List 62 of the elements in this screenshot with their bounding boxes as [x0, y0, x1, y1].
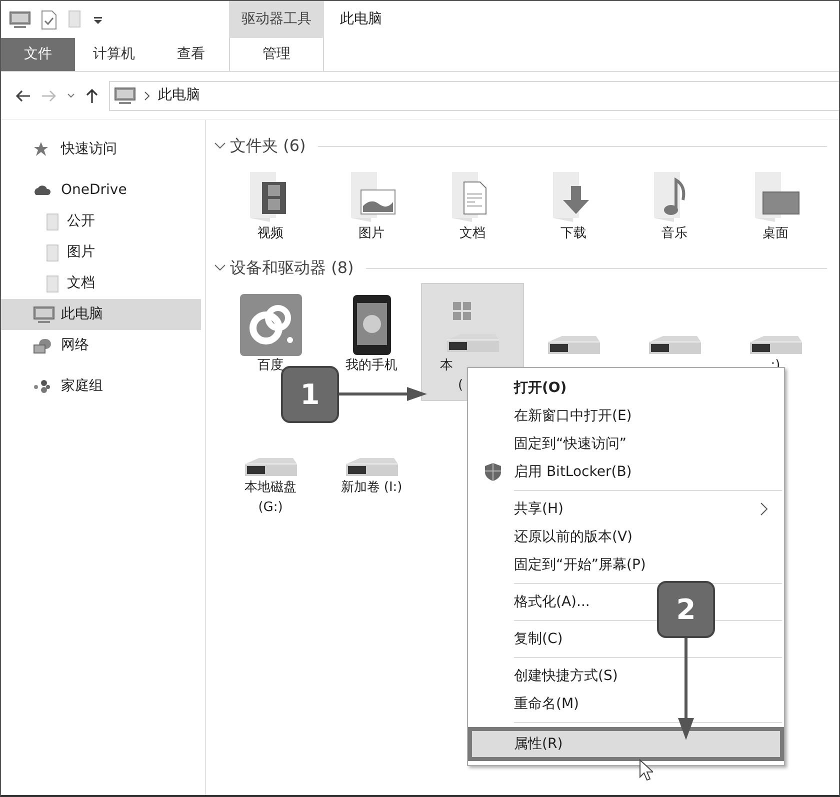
- sidebar-item[interactable]: 公开: [1, 206, 205, 237]
- item-label: (: [458, 377, 464, 395]
- ribbon-tab[interactable]: 查看: [153, 38, 229, 71]
- menu-item[interactable]: 复制(C): [514, 628, 563, 650]
- address-field[interactable]: 此电脑: [109, 80, 839, 110]
- collapse-chevron-icon[interactable]: [214, 264, 226, 272]
- folder-icon: [45, 244, 61, 262]
- item-label: 图片: [358, 225, 384, 243]
- menu-item[interactable]: 固定到“开始”屏幕(P): [514, 554, 646, 576]
- menu-item[interactable]: 属性(R): [514, 734, 563, 754]
- cloud-app-icon[interactable]: [240, 294, 302, 356]
- sidebar-item[interactable]: 文档: [1, 268, 205, 299]
- ribbon-tab[interactable]: 管理: [229, 38, 324, 71]
- callout-badge: 2: [657, 581, 715, 638]
- sidebar-item[interactable]: 图片: [1, 237, 205, 268]
- computer-icon[interactable]: [9, 10, 31, 28]
- breadcrumb-item[interactable]: 此电脑: [158, 85, 200, 106]
- item-label: 本: [440, 357, 453, 375]
- folder-icon: [45, 212, 61, 230]
- computer-icon: [114, 86, 136, 104]
- item-label: 新加卷 (I:): [340, 479, 402, 497]
- item-label: (G:): [258, 499, 283, 517]
- item-label: 视频: [258, 225, 284, 243]
- menu-item[interactable]: 创建快捷方式(S): [514, 666, 618, 686]
- menu-item[interactable]: 在新窗口中打开(E): [514, 406, 632, 426]
- ribbon-tab[interactable]: 文件: [1, 38, 75, 71]
- callout-badge: 1: [281, 366, 339, 423]
- menu-item[interactable]: 共享(H): [514, 498, 564, 520]
- menu-item[interactable]: 重命名(M): [514, 694, 580, 714]
- item-label: 音乐: [662, 225, 688, 243]
- item-label: 我的手机: [346, 357, 398, 375]
- folder-icon: [45, 274, 61, 292]
- menu-item[interactable]: 固定到“快速访问”: [514, 434, 627, 454]
- sidebar-item[interactable]: 此电脑: [1, 299, 201, 330]
- dropdown-icon[interactable]: [93, 14, 103, 24]
- menu-item[interactable]: 还原以前的版本(V): [514, 526, 633, 548]
- sidebar-item[interactable]: 家庭组: [1, 371, 205, 402]
- ribbon-tab[interactable]: 计算机: [75, 38, 153, 71]
- group-header[interactable]: 设备和驱动器 (8): [230, 256, 354, 280]
- sidebar-item[interactable]: OneDrive: [1, 175, 205, 206]
- window-title: 此电脑: [340, 10, 382, 29]
- back-icon[interactable]: [15, 88, 31, 102]
- item-label: 下载: [560, 225, 586, 243]
- menu-item[interactable]: 格式化(A)...: [514, 592, 590, 612]
- item-label: 本地磁盘: [244, 479, 296, 497]
- menu-item[interactable]: 启用 BitLocker(B): [514, 462, 632, 482]
- shield-icon: [484, 462, 502, 482]
- checklist-icon[interactable]: [41, 10, 57, 30]
- menu-item[interactable]: 打开(O): [514, 378, 567, 398]
- up-icon[interactable]: [85, 88, 99, 104]
- chevron-icon: [144, 90, 150, 100]
- phone-icon[interactable]: [352, 294, 392, 356]
- recent-dropdown-icon[interactable]: [67, 92, 75, 98]
- item-label: 百度: [258, 357, 284, 375]
- item-label: 文档: [460, 225, 486, 243]
- sidebar-item[interactable]: 快速访问: [1, 134, 205, 165]
- sidebar-item[interactable]: 网络: [1, 330, 205, 361]
- collapse-chevron-icon[interactable]: [214, 142, 226, 150]
- group-header[interactable]: 文件夹 (6): [230, 134, 306, 158]
- context-tab-group: 驱动器工具: [229, 1, 324, 38]
- computer-icon: [33, 306, 55, 324]
- item-label: 桌面: [762, 225, 788, 243]
